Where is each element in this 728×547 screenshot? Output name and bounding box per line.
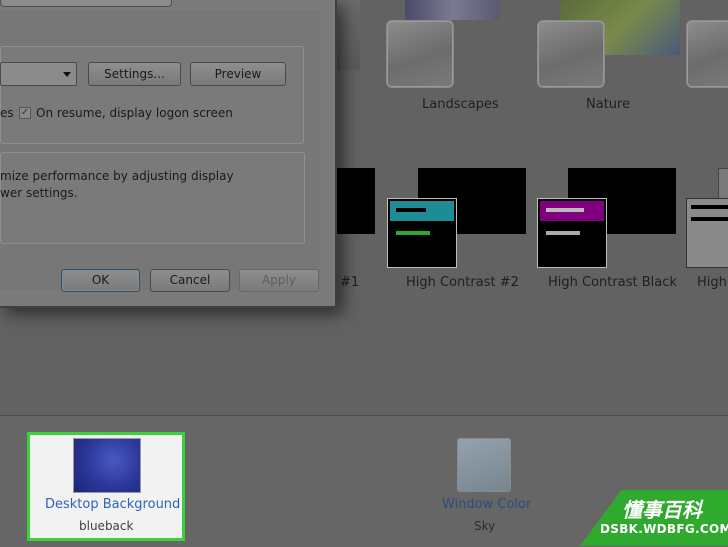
theme-landscapes[interactable]: [386, 20, 454, 88]
watermark-logo-cn: 懂事百科: [622, 498, 702, 522]
hc2-preview-window[interactable]: [387, 198, 457, 268]
dialog-top-edge: [0, 0, 172, 7]
desktop-background-link[interactable]: Desktop Background: [45, 497, 180, 512]
hc1-preview[interactable]: [335, 168, 375, 234]
dialog-body: Settings... Preview es ✓ On resume, disp…: [0, 10, 320, 292]
theme-label-hc2: High Contrast #2: [406, 275, 519, 290]
landscapes-photo-stack: [405, 0, 500, 20]
hcblack-preview-window[interactable]: [537, 198, 607, 268]
screen-saver-dialog: Settings... Preview es ✓ On resume, disp…: [0, 0, 337, 308]
theme-label-hcblack: High Contrast Black: [548, 275, 677, 290]
theme-label-hcwhite: High: [697, 275, 727, 290]
theme-nature[interactable]: [537, 20, 605, 88]
screensaver-dropdown[interactable]: [0, 62, 77, 86]
theme-partial-right[interactable]: [686, 20, 728, 88]
desktop-background-value: blueback: [79, 519, 134, 533]
theme-label-landscapes: Landscapes: [422, 97, 499, 112]
ok-button[interactable]: OK: [61, 269, 140, 292]
desktop-background-thumbnail[interactable]: [73, 438, 141, 493]
wait-minutes-partial: es: [0, 106, 14, 120]
settings-button[interactable]: Settings...: [88, 62, 181, 86]
hcwhite-preview-window[interactable]: [686, 198, 728, 268]
power-text-line1: mize performance by adjusting display: [0, 169, 234, 183]
chevron-down-icon: [63, 72, 71, 77]
preview-button[interactable]: Preview: [190, 62, 286, 86]
window-color-thumbnail[interactable]: [457, 438, 511, 492]
cancel-button[interactable]: Cancel: [150, 269, 230, 292]
power-text-line2: wer settings.: [0, 186, 78, 200]
logon-checkbox[interactable]: ✓: [19, 107, 31, 119]
apply-button[interactable]: Apply: [239, 269, 319, 292]
window-color-value: Sky: [474, 519, 496, 533]
screensaver-group: [0, 46, 304, 144]
theme-label-hc1: #1: [340, 275, 360, 290]
watermark-logo-en: DSBK.WDBFG.COM: [600, 522, 728, 536]
window-color-link[interactable]: Window Color: [442, 497, 531, 512]
logon-checkbox-label: On resume, display logon screen: [36, 106, 233, 120]
theme-label-nature: Nature: [586, 97, 631, 112]
